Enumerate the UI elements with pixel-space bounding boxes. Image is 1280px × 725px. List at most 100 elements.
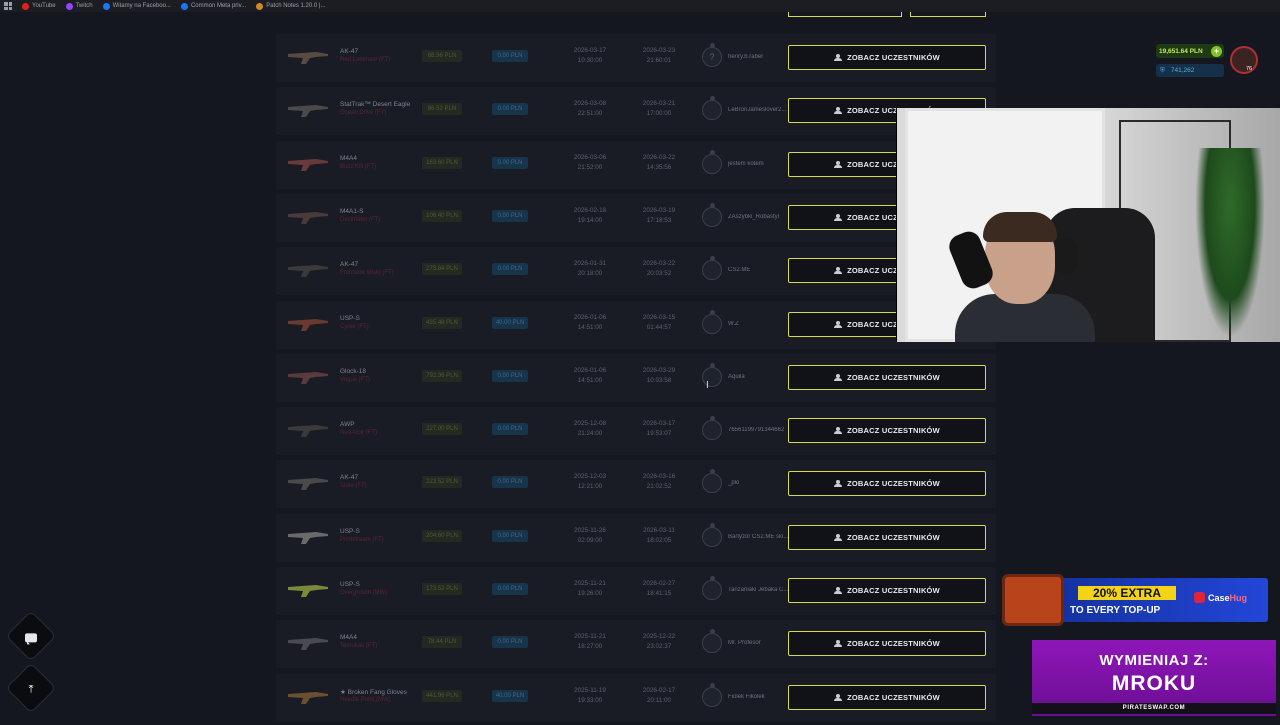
start-date-time: 12:21:00 bbox=[577, 483, 603, 491]
entry-fee: 0.00 PLN bbox=[492, 423, 528, 436]
ad-sub-label: TO EVERY TOP-UP bbox=[1070, 605, 1161, 616]
bookmark-label: Witamy na Faceboo... bbox=[112, 3, 171, 9]
weapon-image bbox=[286, 259, 330, 279]
chat-button[interactable] bbox=[5, 610, 57, 662]
weapon-skin: Ocean Drive (FT) bbox=[340, 110, 387, 117]
casehug-logo: Case Hug bbox=[1194, 592, 1247, 603]
end-date-time: 14:35:56 bbox=[646, 163, 672, 171]
item-price: 273.84 PLN bbox=[422, 263, 462, 276]
item-price: 435.48 PLN bbox=[422, 316, 462, 329]
weapon-name: USP-S bbox=[340, 581, 360, 588]
winner-name[interactable]: Mr. Profesor bbox=[728, 640, 761, 646]
start-date-time: 22:51:00 bbox=[577, 110, 603, 118]
view-participants-button[interactable]: ZOBACZ UCZESTNIKÓW bbox=[788, 684, 986, 710]
end-date-time: 18:41:15 bbox=[646, 590, 672, 597]
view-participants-button[interactable]: ZOBACZ UCZESTNIKÓW bbox=[788, 471, 986, 497]
twitch-icon bbox=[65, 2, 73, 10]
winner-name[interactable]: LeBronJameslover2... bbox=[728, 107, 786, 113]
start-date-day: 2025-11-19 bbox=[574, 686, 606, 694]
user-level: 76 bbox=[1246, 66, 1253, 72]
item-price: 441.96 PLN bbox=[422, 689, 462, 702]
start-date-day: 2025-11-21 bbox=[574, 580, 606, 587]
bookmark-facebook[interactable]: Witamy na Faceboo... bbox=[102, 2, 171, 10]
winner-avatar[interactable] bbox=[702, 469, 722, 494]
winner-avatar[interactable] bbox=[702, 96, 722, 121]
bookmark-youtube[interactable]: YouTube bbox=[22, 2, 56, 10]
start-date-day: 2026-03-06 bbox=[573, 153, 607, 161]
view-participants-button[interactable]: ZOBACZ UCZESTNIKÓW bbox=[788, 631, 986, 657]
winner-name[interactable]: jestem kotem bbox=[728, 161, 764, 167]
weapon-skin: Cyrex (FT) bbox=[340, 323, 369, 330]
bookmark-patch-notes[interactable]: Patch Notes 1.20.0 |... bbox=[256, 2, 325, 10]
winner-name[interactable]: ZAszybki_Robastyl bbox=[728, 214, 779, 220]
start-date-time: 14:51:00 bbox=[577, 376, 603, 384]
winner-name[interactable]: Fiolek Fikolek bbox=[728, 694, 765, 700]
ad-footer: PIRATESWAP.COM bbox=[1032, 703, 1276, 714]
weapon-skin: Temukau (FT) bbox=[340, 643, 378, 650]
item-price: 163.60 PLN bbox=[422, 156, 462, 169]
view-participants-button[interactable]: ZOBACZ UCZESTNIKÓW bbox=[788, 364, 986, 390]
winner-name[interactable]: W.Z bbox=[728, 321, 739, 327]
winner-avatar[interactable] bbox=[702, 202, 722, 227]
end-date-day: 2026-03-29 bbox=[642, 366, 676, 374]
winner-name[interactable]: _plo bbox=[728, 480, 739, 486]
end-date-time: 01:44:57 bbox=[646, 323, 672, 331]
winner-avatar[interactable]: ? bbox=[702, 43, 722, 67]
weapon-image bbox=[286, 99, 330, 119]
weapon-skin: Printstream (FT) bbox=[340, 536, 384, 543]
winner-avatar[interactable] bbox=[702, 682, 722, 707]
winner-name[interactable]: Aquila bbox=[728, 374, 745, 380]
partial-button-top-2[interactable] bbox=[910, 12, 986, 17]
view-participants-button[interactable]: ZOBACZ UCZESTNIKÓW bbox=[788, 524, 986, 550]
bookmark-twitch[interactable]: Twitch bbox=[65, 2, 93, 10]
streamer-webcam bbox=[896, 108, 1280, 342]
bookmark-label: Common Meta priv... bbox=[190, 3, 247, 9]
add-funds-icon[interactable]: + bbox=[1211, 46, 1222, 57]
winner-name[interactable]: Tanzaniaki Jebaka C... bbox=[728, 587, 788, 593]
view-participants-button[interactable]: ZOBACZ UCZESTNIKÓW bbox=[788, 578, 986, 603]
end-date-time: 21:02:52 bbox=[646, 483, 672, 491]
partial-button-top[interactable] bbox=[788, 12, 902, 17]
table-row: Glock-18 Vogue (FT) 792.36 PLN 0.00 PLN 2026… bbox=[276, 353, 996, 402]
weapon-image bbox=[286, 579, 330, 599]
winner-avatar[interactable] bbox=[702, 362, 722, 387]
start-date-day: 2026-01-06 bbox=[573, 313, 607, 321]
casehug-ad[interactable]: 20% EXTRA TO EVERY TOP-UP Case Hug bbox=[1000, 574, 1268, 626]
view-participants-button[interactable]: ZOBACZ UCZESTNIKÓW bbox=[788, 418, 986, 444]
table-row: AK-47 Frontside Misty (FT) 273.84 PLN 0.00 … bbox=[276, 247, 996, 296]
start-date-time: 10:30:00 bbox=[577, 57, 603, 64]
winner-avatar[interactable] bbox=[702, 416, 722, 441]
winner-name[interactable]: henry.b.raber bbox=[728, 54, 763, 60]
winner-avatar[interactable] bbox=[702, 576, 722, 600]
end-date: 2026-03-11 18:02:05 bbox=[634, 526, 684, 546]
winner-name[interactable]: CS2.ME bbox=[728, 267, 750, 273]
table-row: USP-S Overgrowth (MW) 173.52 PLN 0.00 PLN 20… bbox=[276, 567, 996, 615]
patch-notes-icon bbox=[256, 2, 264, 10]
item-price: 86.52 PLN bbox=[422, 103, 462, 116]
table-row: M4A4 Temukau (FT) 78.44 PLN 0.00 PLN 2025-11… bbox=[276, 620, 996, 669]
winner-avatar[interactable] bbox=[702, 629, 722, 654]
bookmark-meta[interactable]: Common Meta priv... bbox=[180, 2, 247, 10]
winner-avatar[interactable] bbox=[702, 522, 722, 547]
button-label: ZOBACZ UCZESTNIKÓW bbox=[847, 53, 940, 62]
winner-avatar[interactable] bbox=[702, 149, 722, 174]
view-participants-button[interactable]: ZOBACZ UCZESTNIKÓW bbox=[788, 45, 986, 70]
weapon-skin: Buzz Kill (FT) bbox=[340, 163, 376, 170]
winner-avatar[interactable] bbox=[702, 309, 722, 334]
end-date-day: 2026-03-21 bbox=[642, 100, 676, 108]
users-icon bbox=[834, 320, 843, 328]
users-icon bbox=[834, 693, 843, 701]
weapon-name: AK-47 bbox=[340, 474, 359, 482]
weapon-image bbox=[286, 153, 330, 173]
end-date-day: 2026-02-17 bbox=[642, 686, 676, 694]
winner-name[interactable]: 76561199791344662 bbox=[728, 427, 784, 433]
end-date: 2026-03-21 17:00:00 bbox=[634, 99, 684, 119]
pirateswap-ad[interactable]: WYMIENIAJ Z: MROKU PIRATESWAP.COM bbox=[1032, 640, 1276, 716]
user-avatar[interactable] bbox=[1230, 46, 1258, 74]
entry-fee: 40.00 PLN bbox=[492, 689, 528, 702]
winner-avatar[interactable] bbox=[702, 256, 722, 281]
apps-grid-icon[interactable] bbox=[4, 2, 12, 10]
scroll-top-button[interactable]: ⤒ bbox=[5, 662, 57, 714]
winner-name[interactable]: Bartyzor CS2.ME ski... bbox=[728, 534, 788, 540]
end-date-time: 20:11:00 bbox=[646, 696, 672, 704]
